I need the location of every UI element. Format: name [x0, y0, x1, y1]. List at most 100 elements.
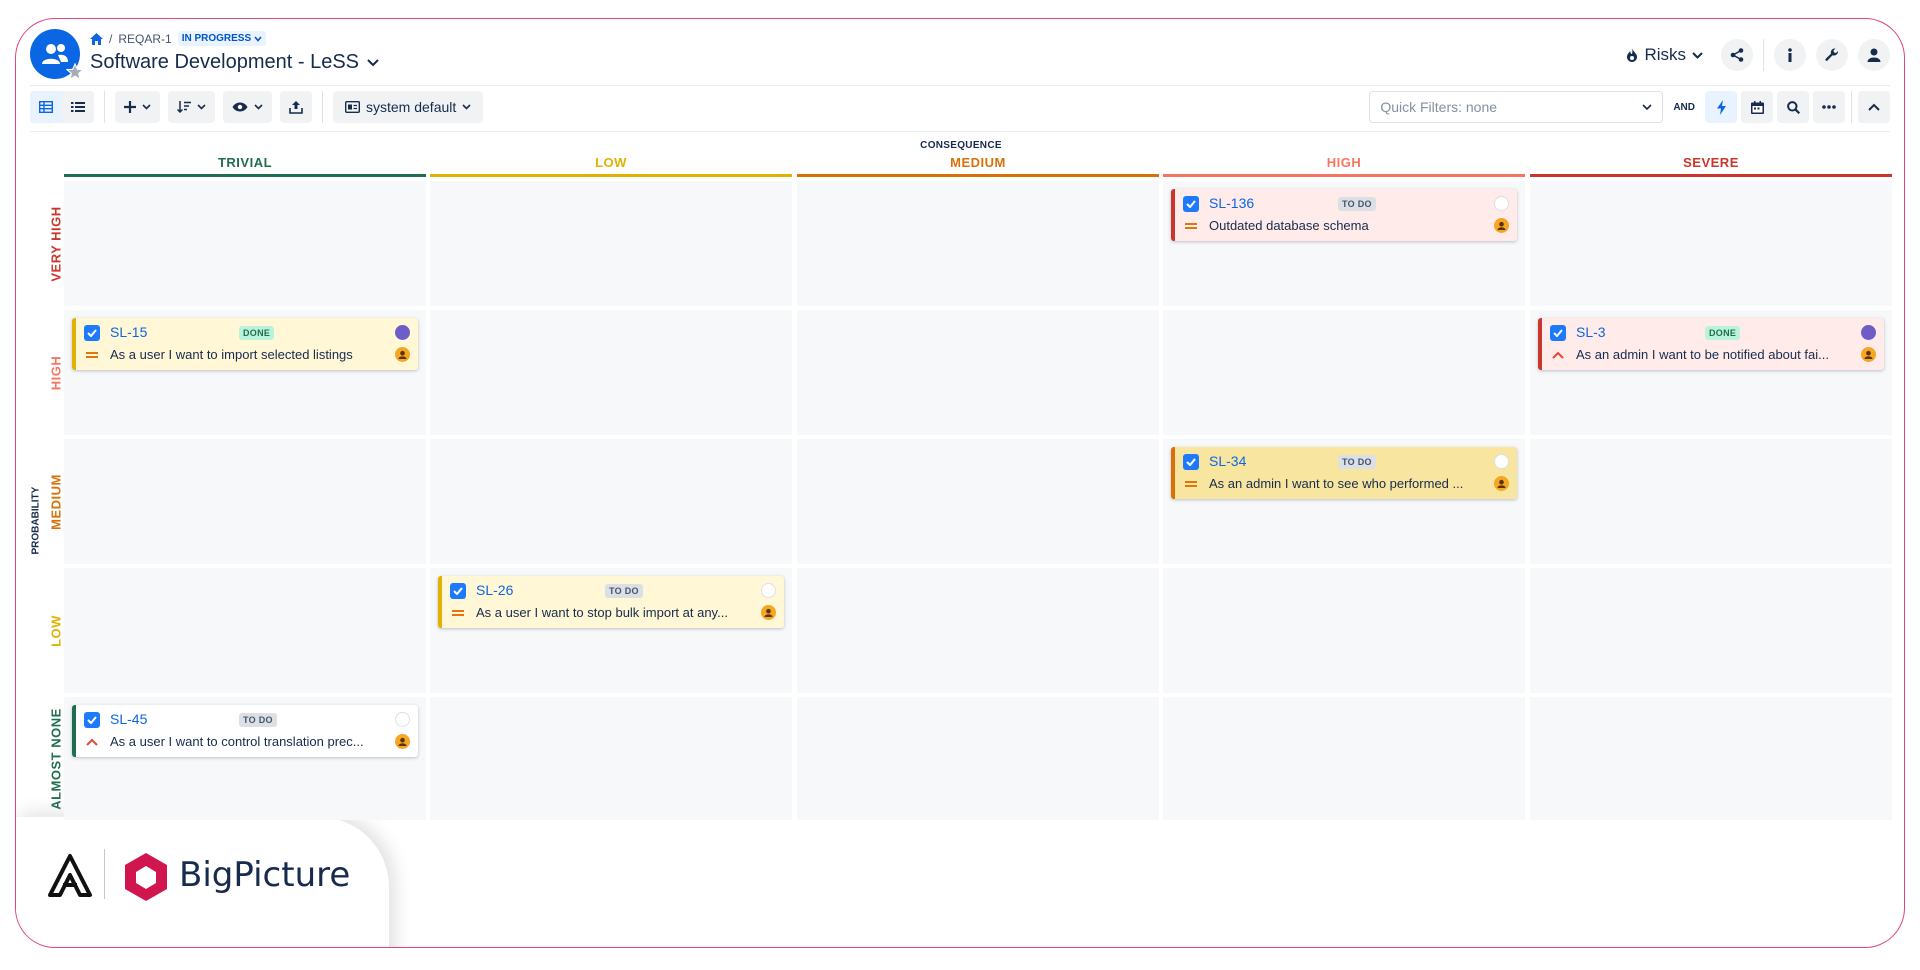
matrix-cell[interactable]: [64, 439, 426, 564]
chevron-down-icon: [142, 104, 151, 110]
add-button[interactable]: [115, 91, 160, 123]
quick-filters-select[interactable]: Quick Filters: none: [1369, 91, 1664, 123]
matrix-cell[interactable]: [1163, 697, 1525, 820]
project-avatar[interactable]: [30, 29, 84, 81]
issue-card[interactable]: SL-26 TO DO As a user I want to stop bulk …: [438, 576, 784, 628]
header-actions: Risks: [1618, 39, 1890, 71]
issue-key-link[interactable]: SL-26: [476, 582, 513, 598]
risks-module-button[interactable]: Risks: [1618, 41, 1711, 69]
chevron-down-icon: [254, 104, 263, 110]
issue-status-badge[interactable]: TO DO: [1338, 197, 1376, 211]
user-icon: [1867, 48, 1881, 62]
matrix-cell[interactable]: [1163, 310, 1525, 435]
matrix-cell[interactable]: [64, 568, 426, 693]
sort-button[interactable]: [168, 91, 215, 123]
assignee-avatar[interactable]: [1494, 476, 1509, 491]
list-icon: [71, 102, 85, 112]
priority-medium-icon: [84, 348, 100, 360]
issue-key-link[interactable]: SL-34: [1209, 453, 1246, 469]
issue-card[interactable]: SL-34 TO DO As an admin I want to see who …: [1171, 447, 1517, 499]
assignee-avatar[interactable]: [1861, 347, 1876, 362]
issue-summary: As a user I want to control translation …: [110, 734, 364, 749]
reporter-avatar[interactable]: [1494, 454, 1509, 469]
issue-card[interactable]: SL-3 DONE As an admin I want to be notifie…: [1538, 318, 1884, 370]
visibility-button[interactable]: [223, 91, 272, 123]
matrix-cell[interactable]: [797, 439, 1159, 564]
list-view-button[interactable]: [62, 91, 94, 123]
matrix-cell[interactable]: [1163, 568, 1525, 693]
matrix-cell[interactable]: [797, 697, 1159, 820]
issue-summary: As an admin I want to be notified about …: [1576, 347, 1829, 362]
assignee-avatar[interactable]: [395, 347, 410, 362]
home-icon[interactable]: [90, 32, 103, 45]
eye-icon: [232, 102, 248, 112]
collapse-toolbar-button[interactable]: [1858, 91, 1890, 123]
reporter-avatar[interactable]: [395, 712, 410, 727]
status-badge[interactable]: IN PROGRESS: [177, 31, 267, 46]
matrix-cell[interactable]: [1530, 439, 1892, 564]
table-icon: [39, 101, 53, 113]
issue-card[interactable]: SL-15 DONE As a user I want to import sele…: [72, 318, 418, 370]
export-button[interactable]: [280, 91, 312, 123]
issue-card[interactable]: SL-45 TO DO As a user I want to control tr…: [72, 705, 418, 757]
assignee-avatar[interactable]: [1494, 218, 1509, 233]
issue-card[interactable]: SL-136 TO DO Outdated database schema: [1171, 189, 1517, 241]
calendar-button[interactable]: [1741, 91, 1773, 123]
view-preset-select[interactable]: system default: [333, 91, 484, 123]
matrix-cell[interactable]: [430, 697, 792, 820]
user-profile-button[interactable]: [1858, 39, 1890, 71]
matrix-cell[interactable]: [797, 568, 1159, 693]
issue-status-badge[interactable]: TO DO: [239, 713, 277, 727]
favorite-star-icon[interactable]: [66, 63, 84, 81]
project-title[interactable]: Software Development - LeSS: [90, 51, 379, 74]
matrix-cell[interactable]: [1530, 697, 1892, 820]
column-header-low: LOW: [430, 155, 792, 177]
automation-button[interactable]: [1705, 91, 1737, 123]
app-frame: / REQAR-1 IN PROGRESS Software Developme…: [15, 18, 1905, 948]
share-button[interactable]: [1721, 39, 1753, 71]
matrix-cell[interactable]: [430, 310, 792, 435]
priority-high-icon: [1550, 348, 1566, 360]
issue-key-link[interactable]: SL-136: [1209, 195, 1254, 211]
matrix-view-button[interactable]: [30, 91, 62, 123]
toolbar: system default: [30, 91, 484, 123]
assignee-avatar[interactable]: [761, 605, 776, 620]
reporter-avatar[interactable]: [395, 325, 410, 340]
matrix-cell[interactable]: [64, 181, 426, 306]
brand-mark-icon: [48, 854, 92, 897]
reporter-avatar[interactable]: [1494, 196, 1509, 211]
column-header-trivial: TRIVIAL: [64, 155, 426, 177]
issue-key-link[interactable]: SL-3: [1576, 324, 1606, 340]
issue-key-link[interactable]: SL-15: [110, 324, 147, 340]
chevron-down-icon: [197, 104, 206, 110]
matrix-cell[interactable]: [797, 181, 1159, 306]
reporter-avatar[interactable]: [761, 583, 776, 598]
issue-summary: As a user I want to stop bulk import at …: [476, 605, 728, 620]
issue-status-badge[interactable]: TO DO: [605, 584, 643, 598]
reporter-avatar[interactable]: [1861, 325, 1876, 340]
more-options-button[interactable]: [1813, 91, 1845, 123]
issue-key-link[interactable]: SL-45: [110, 711, 147, 727]
issue-status-badge[interactable]: DONE: [1705, 326, 1741, 340]
matrix-cell[interactable]: [1530, 568, 1892, 693]
matrix-cell[interactable]: [430, 439, 792, 564]
issue-type-checkbox-icon: [450, 583, 466, 599]
and-operator-toggle[interactable]: AND: [1667, 102, 1701, 113]
matrix-cell[interactable]: [1530, 181, 1892, 306]
breadcrumb-key[interactable]: REQAR-1: [118, 32, 171, 46]
priority-medium-icon: [1183, 477, 1199, 489]
matrix-cell[interactable]: [430, 181, 792, 306]
column-header-severe: SEVERE: [1530, 155, 1892, 177]
issue-summary: As an admin I want to see who performed …: [1209, 476, 1464, 491]
info-button[interactable]: [1774, 39, 1806, 71]
issue-status-badge[interactable]: TO DO: [1338, 455, 1376, 469]
matrix-cell[interactable]: [797, 310, 1159, 435]
settings-button[interactable]: [1816, 39, 1848, 71]
issue-type-checkbox-icon: [1183, 454, 1199, 470]
search-button[interactable]: [1777, 91, 1809, 123]
priority-medium-icon: [450, 606, 466, 618]
issue-status-badge[interactable]: DONE: [239, 326, 275, 340]
issue-type-checkbox-icon: [84, 325, 100, 341]
assignee-avatar[interactable]: [395, 734, 410, 749]
lightning-icon: [1716, 99, 1726, 115]
